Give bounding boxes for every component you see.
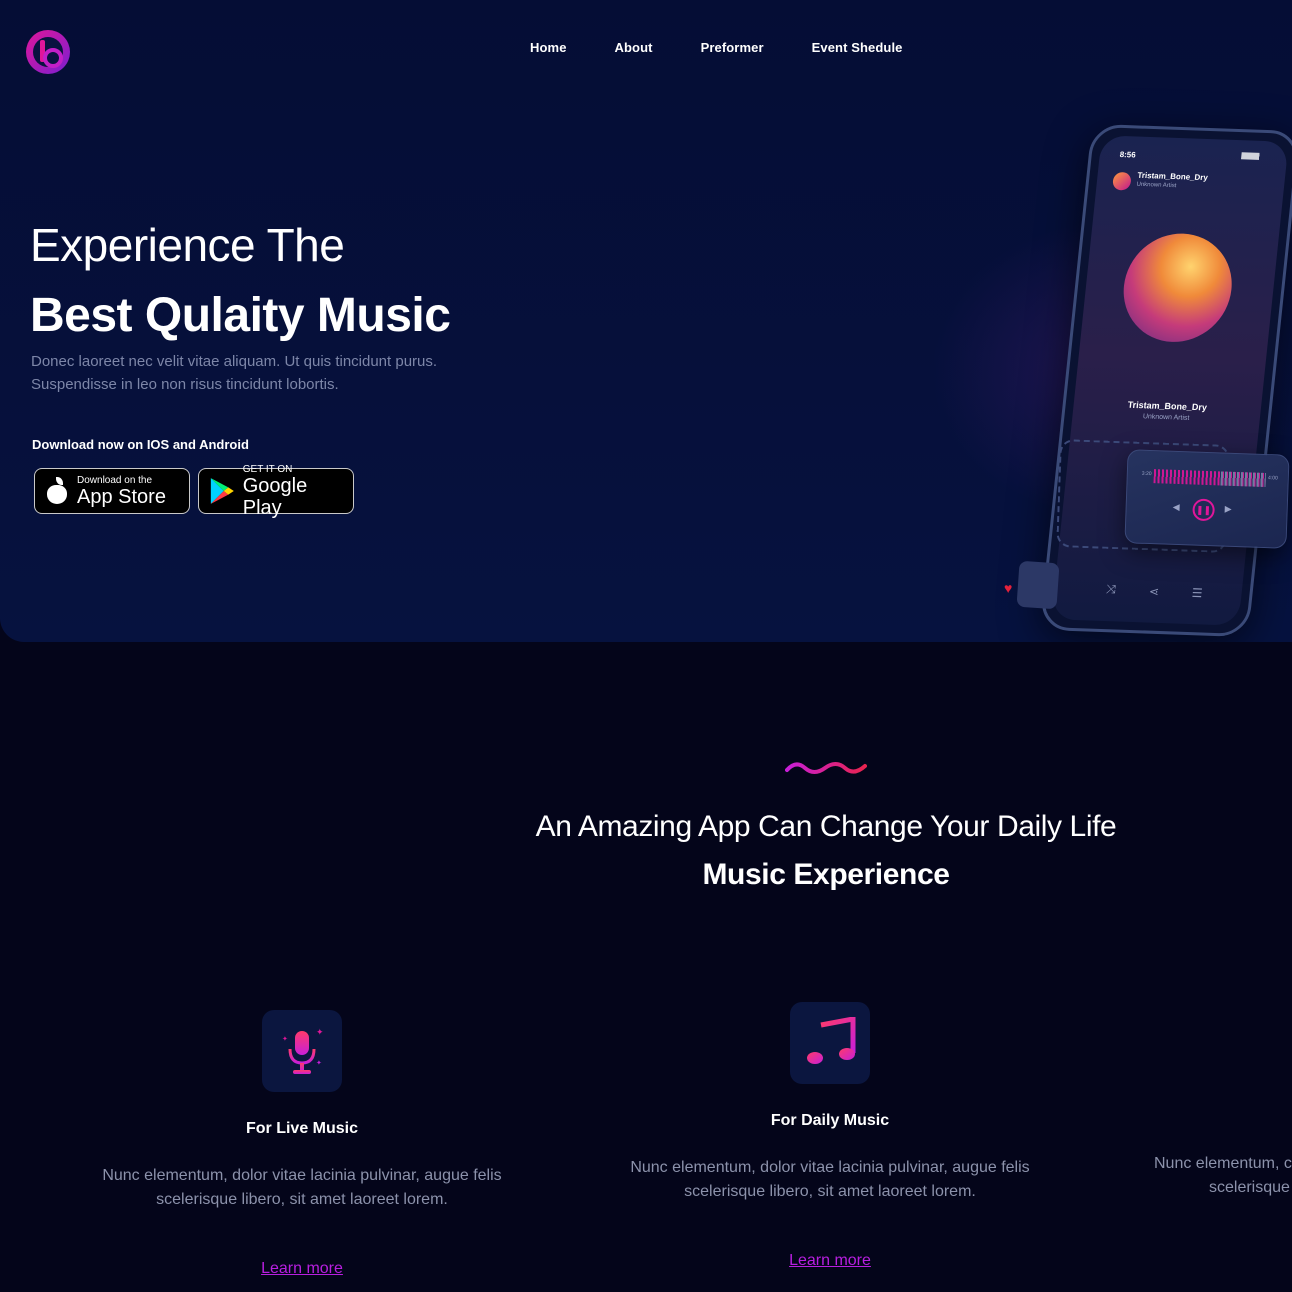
google-play-big: Google Play: [242, 474, 308, 519]
like-tile: [1016, 560, 1060, 610]
app-store-big: App Store: [77, 485, 166, 508]
feature-description-line2: scelerisque: [1209, 1179, 1290, 1196]
feature-description: Nunc elementum, dolor vitae lacinia pulv…: [102, 1167, 502, 1208]
hero-section: Home About Preformer Event Shedule Exper…: [0, 0, 1292, 642]
phone-status-icons: [1240, 152, 1272, 161]
svg-text:✦: ✦: [316, 1059, 322, 1067]
feature-description-line1: Nunc elementum, c: [1154, 1155, 1292, 1172]
section-title-line2: Music Experience: [702, 858, 950, 891]
waveform: [1153, 469, 1266, 488]
previous-icon: ◀: [1172, 501, 1180, 513]
share-icon: ⋖: [1148, 584, 1160, 599]
next-icon: ▶: [1224, 503, 1232, 514]
google-play-button[interactable]: GET IT ON Google Play: [198, 464, 354, 519]
learn-more-link[interactable]: Learn more: [261, 1260, 343, 1278]
app-store-button[interactable]: Download on the App Store: [34, 468, 190, 514]
app-store-small: Download on the: [77, 474, 153, 486]
phone-artist-header: Unknown Artist: [1136, 181, 1177, 190]
hero-description: Donec laoreet nec velit vitae aliquam. U…: [31, 353, 438, 393]
svg-text:✦: ✦: [316, 1027, 324, 1037]
microphone-icon: ✦ ✦ ✦: [262, 1010, 342, 1092]
learn-more-link[interactable]: Learn more: [789, 1252, 871, 1270]
download-label: Download now on IOS and Android: [32, 437, 249, 452]
shuffle-icon: ⤨: [1105, 581, 1117, 597]
feature-card-partial: Nunc elementum, c scelerisque: [1154, 1152, 1292, 1200]
brand-logo[interactable]: [26, 30, 70, 74]
player-start-time: 3:20: [1141, 470, 1152, 478]
nav-about[interactable]: About: [615, 40, 653, 55]
phone-mockup: 8:56 Tristam_Bone_Dry Unknown Artist Tri…: [1039, 123, 1292, 638]
google-play-icon: [210, 478, 234, 504]
nav-event-schedule[interactable]: Event Shedule: [812, 40, 903, 55]
feature-title: For Live Music: [245, 1120, 359, 1137]
music-notes-icon: [790, 1002, 870, 1084]
hero-title-line2: Best Qulaity Music: [30, 289, 451, 342]
nav-performer[interactable]: Preformer: [701, 40, 764, 55]
squiggle-decoration: [785, 762, 867, 774]
google-play-small: GET IT ON: [242, 463, 293, 475]
feature-description: Nunc elementum, dolor vitae lacinia pulv…: [630, 1159, 1030, 1200]
nav-home[interactable]: Home: [530, 40, 567, 55]
pause-icon: ❚❚: [1192, 498, 1215, 522]
main-nav: Home About Preformer Event Shedule: [530, 40, 903, 55]
feature-card-live-music: ✦ ✦ ✦ For Live Music Nunc elementum, dol…: [72, 1010, 532, 1278]
feature-title: For Daily Music: [770, 1112, 890, 1129]
feature-description: Nunc elementum, c scelerisque: [1154, 1152, 1292, 1200]
feature-card-daily-music: For Daily Music Nunc elementum, dolor vi…: [600, 1002, 1060, 1270]
player-end-time: 4:00: [1267, 475, 1278, 482]
svg-text:✦: ✦: [282, 1035, 288, 1043]
phone-time: 8:56: [1119, 149, 1137, 160]
section-title-line1: An Amazing App Can Change Your Daily Lif…: [535, 810, 1117, 843]
hero-title-line1: Experience The: [30, 219, 345, 271]
heart-icon: ♥: [1004, 580, 1013, 596]
mini-player-card: 3:20 4:00 ◀ ❚❚ ▶: [1124, 449, 1290, 549]
album-art: [1118, 231, 1238, 344]
playlist-icon: ☰: [1191, 585, 1204, 601]
phone-song-title-header: Tristam_Bone_Dry: [1137, 170, 1209, 183]
phone-avatar: [1112, 171, 1132, 191]
apple-icon: [45, 477, 69, 505]
